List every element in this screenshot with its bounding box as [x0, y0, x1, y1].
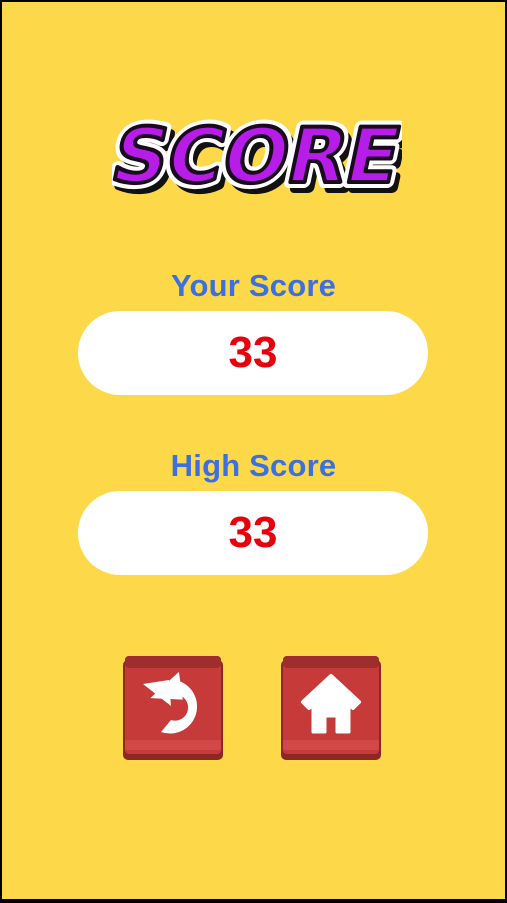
your-score-label: Your Score	[170, 268, 337, 303]
high-score-box: 33	[78, 491, 428, 575]
your-score-box: 33	[78, 311, 428, 395]
replay-button[interactable]	[121, 654, 225, 762]
high-score-label: High Score	[170, 448, 337, 483]
score-screen: SCORE SCORE SCORE Your Score 33 High Sco…	[2, 2, 505, 899]
home-button[interactable]	[279, 654, 383, 762]
title-text: SCORE	[112, 113, 402, 201]
score-title-logo: SCORE SCORE SCORE	[112, 92, 402, 202]
your-score-value: 33	[228, 328, 278, 377]
high-score-value: 33	[228, 508, 278, 557]
